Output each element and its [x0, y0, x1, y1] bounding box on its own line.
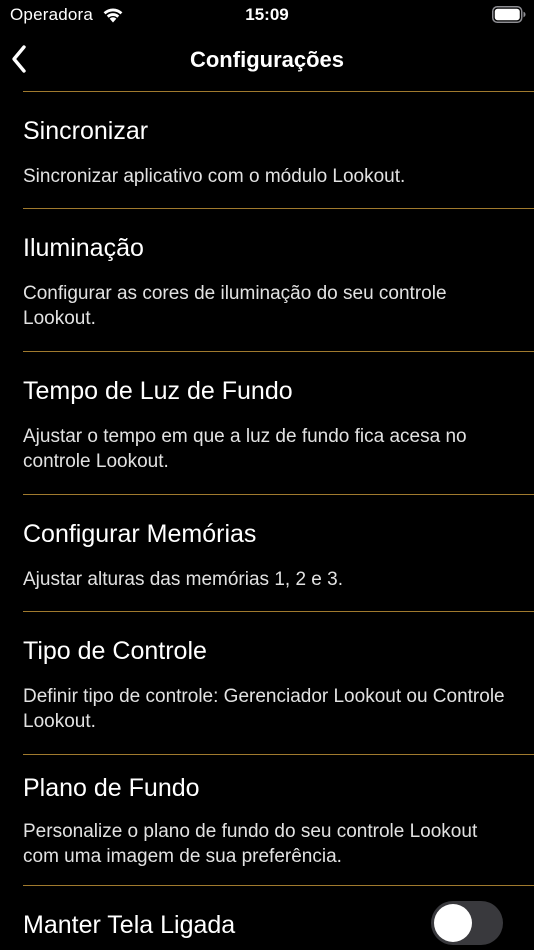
settings-item-memories[interactable]: Configurar Memórias Ajustar alturas das …: [0, 495, 534, 611]
settings-item-lighting[interactable]: Iluminação Configurar as cores de ilumin…: [0, 209, 534, 351]
keep-screen-on-toggle[interactable]: [431, 901, 503, 945]
settings-item-backlight-time[interactable]: Tempo de Luz de Fundo Ajustar o tempo em…: [0, 352, 534, 494]
settings-item-description: Sincronizar aplicativo com o módulo Look…: [23, 166, 406, 187]
settings-item-description: Ajustar alturas das memórias 1, 2 e 3.: [23, 569, 343, 590]
settings-item-title: Tipo de Controle: [23, 637, 207, 665]
settings-item-description: Configurar as cores de iluminação do seu…: [23, 283, 447, 329]
clock: 15:09: [245, 5, 289, 24]
settings-item-control-type[interactable]: Tipo de Controle Definir tipo de control…: [0, 612, 534, 754]
settings-item-description: Personalize o plano de fundo do seu cont…: [23, 821, 478, 867]
settings-item-title: Plano de Fundo: [23, 774, 200, 802]
battery-icon: [492, 6, 526, 23]
settings-item-sync[interactable]: Sincronizar Sincronizar aplicativo com o…: [0, 92, 534, 208]
settings-item-keep-screen-on: Manter Tela Ligada: [0, 886, 534, 950]
settings-item-description: Definir tipo de controle: Gerenciador Lo…: [23, 686, 505, 732]
settings-item-background[interactable]: Plano de Fundo Personalize o plano de fu…: [0, 755, 534, 885]
settings-item-title: Tempo de Luz de Fundo: [23, 377, 293, 405]
settings-item-title: Iluminação: [23, 234, 144, 262]
toggle-knob: [434, 904, 472, 942]
settings-item-title: Sincronizar: [23, 117, 149, 145]
status-bar: Operadora 15:09: [0, 0, 534, 32]
settings-item-title: Manter Tela Ligada: [23, 911, 236, 939]
navigation-bar: Configurações: [0, 32, 534, 90]
settings-item-description: Ajustar o tempo em que a luz de fundo fi…: [23, 426, 467, 472]
settings-item-title: Configurar Memórias: [23, 520, 257, 548]
page-title: Configurações: [189, 47, 345, 72]
